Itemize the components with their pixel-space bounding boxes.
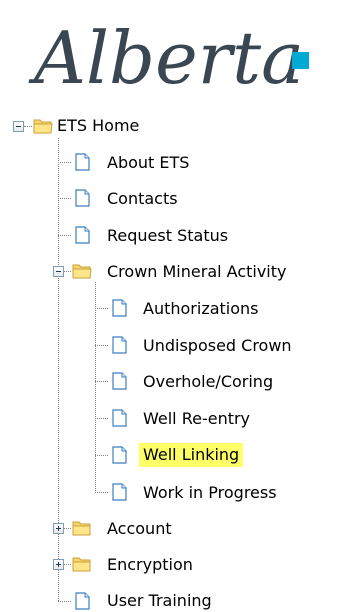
tree-item-about-ets[interactable]: About ETS xyxy=(103,151,193,175)
tree-item-undisposed-crown[interactable]: Undisposed Crown xyxy=(139,334,296,358)
tree-item-well-reentry[interactable]: Well Re-entry xyxy=(139,407,254,431)
tree-item-crown-mineral-activity[interactable]: Crown Mineral Activity xyxy=(103,260,290,284)
tree-item-user-training[interactable]: User Training xyxy=(103,589,216,612)
page-icon xyxy=(109,409,129,427)
folder-icon xyxy=(72,519,92,537)
page-icon xyxy=(109,299,129,317)
tree-line xyxy=(64,564,71,565)
tree-line xyxy=(58,235,71,236)
tree-line xyxy=(24,126,32,127)
tree-line xyxy=(58,162,71,163)
alberta-logo-text: Alberta xyxy=(28,16,304,100)
tree-line xyxy=(58,198,71,199)
expand-toggle-account[interactable] xyxy=(53,523,64,534)
tree-line xyxy=(95,455,108,456)
tree-item-encryption[interactable]: Encryption xyxy=(103,553,197,577)
tree-line xyxy=(64,528,71,529)
page-icon xyxy=(109,446,129,464)
page-icon xyxy=(109,372,129,390)
page-icon xyxy=(72,153,92,171)
page-icon xyxy=(72,592,92,610)
folder-open-icon xyxy=(72,262,92,280)
tree-item-request-status[interactable]: Request Status xyxy=(103,224,232,248)
tree-item-ets-home[interactable]: ETS Home xyxy=(53,114,143,138)
tree-item-authorizations[interactable]: Authorizations xyxy=(139,297,263,321)
page-icon xyxy=(72,189,92,207)
expand-toggle-encryption[interactable] xyxy=(53,559,64,570)
folder-icon xyxy=(72,555,92,573)
alberta-logo[interactable]: Alberta xyxy=(0,0,338,105)
tree-item-account[interactable]: Account xyxy=(103,517,176,541)
tree-line xyxy=(64,271,71,272)
ets-navigation-panel: Alberta ETS Home About ETS Contacts Requ… xyxy=(0,0,338,612)
page-icon xyxy=(109,336,129,354)
page-icon xyxy=(72,226,92,244)
tree-line xyxy=(95,282,96,493)
tree-line xyxy=(95,345,108,346)
collapse-toggle-ets-home[interactable] xyxy=(13,121,24,132)
alberta-logo-square xyxy=(292,52,309,69)
collapse-toggle-crown-mineral-activity[interactable] xyxy=(53,266,64,277)
tree-line xyxy=(58,601,71,602)
page-icon xyxy=(109,483,129,501)
tree-line xyxy=(95,418,108,419)
tree-item-work-in-progress[interactable]: Work in Progress xyxy=(139,481,281,505)
folder-open-icon xyxy=(33,117,53,135)
tree-line xyxy=(95,308,108,309)
tree-item-overhole-coring[interactable]: Overhole/Coring xyxy=(139,370,277,394)
tree-item-well-linking[interactable]: Well Linking xyxy=(139,443,244,467)
tree-line xyxy=(95,381,108,382)
tree-line xyxy=(95,492,108,493)
tree-item-contacts[interactable]: Contacts xyxy=(103,187,182,211)
